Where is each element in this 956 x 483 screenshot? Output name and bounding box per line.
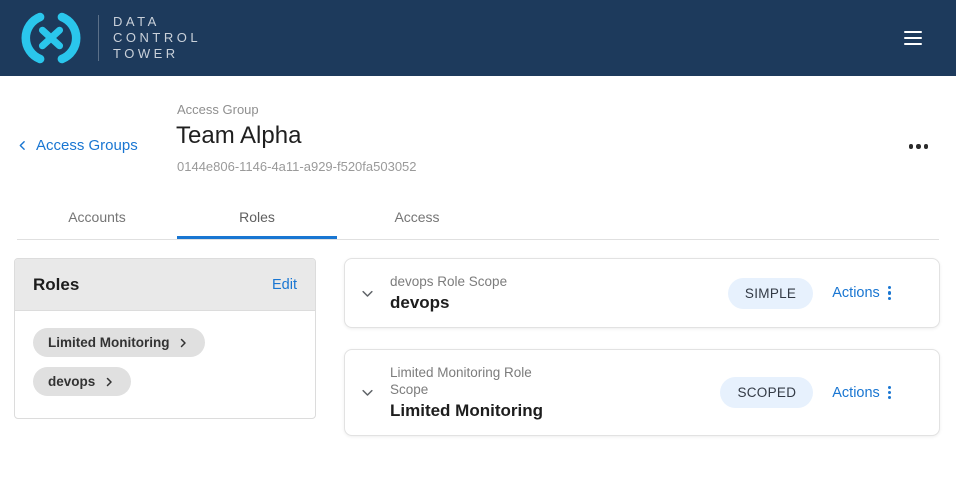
chevron-left-icon — [16, 139, 29, 152]
app-title: DATA CONTROL TOWER — [113, 14, 201, 62]
role-scope-label: Limited Monitoring Role Scope — [390, 364, 570, 398]
role-cards-list: devops Role Scope devops SIMPLE Actions … — [344, 258, 940, 436]
roles-panel-body: Limited Monitoring devops — [15, 311, 315, 418]
role-card-devops: devops Role Scope devops SIMPLE Actions — [344, 258, 940, 328]
more-actions-icon[interactable] — [907, 138, 931, 155]
actions-label: Actions — [832, 285, 880, 301]
hamburger-menu-icon[interactable] — [900, 27, 926, 50]
back-link-label: Access Groups — [36, 137, 138, 154]
expand-role-button[interactable] — [356, 381, 379, 404]
role-card-limited-monitoring: Limited Monitoring Role Scope Limited Mo… — [344, 349, 940, 436]
app-title-line: DATA — [113, 14, 201, 30]
entity-uuid: 0144e806-1146-4a11-a929-f520fa503052 — [177, 159, 956, 174]
entity-type-label: Access Group — [177, 76, 956, 117]
role-actions-button[interactable]: Actions — [832, 285, 891, 301]
chevron-down-icon — [360, 286, 375, 301]
back-to-access-groups-link[interactable]: Access Groups — [16, 137, 138, 154]
role-chip-limited-monitoring[interactable]: Limited Monitoring — [33, 328, 205, 357]
role-type-badge: SCOPED — [720, 377, 813, 408]
role-scope-label: devops Role Scope — [390, 273, 507, 290]
tab-accounts[interactable]: Accounts — [17, 196, 177, 239]
page-header: Access Group Team Alpha 0144e806-1146-4a… — [0, 76, 956, 192]
tab-access[interactable]: Access — [337, 196, 497, 239]
app-title-line: TOWER — [113, 46, 201, 62]
app-title-line: CONTROL — [113, 30, 201, 46]
chevron-right-icon — [103, 376, 115, 388]
actions-label: Actions — [832, 385, 880, 401]
role-name: Limited Monitoring — [390, 400, 570, 421]
role-card-titles: Limited Monitoring Role Scope Limited Mo… — [390, 364, 570, 421]
chip-label: devops — [48, 374, 95, 389]
logo-divider — [98, 15, 99, 61]
roles-panel-title: Roles — [33, 275, 79, 295]
main-content: Roles Edit Limited Monitoring devops — [0, 240, 956, 436]
role-actions-button[interactable]: Actions — [832, 385, 891, 401]
role-type-badge: SIMPLE — [728, 278, 813, 309]
expand-role-button[interactable] — [356, 282, 379, 305]
roles-panel-header: Roles Edit — [15, 259, 315, 311]
kebab-menu-icon — [888, 386, 891, 400]
kebab-menu-icon — [888, 286, 891, 300]
tab-roles[interactable]: Roles — [177, 196, 337, 239]
page-title: Team Alpha — [176, 122, 956, 150]
role-card-titles: devops Role Scope devops — [390, 273, 507, 313]
chevron-down-icon — [360, 385, 375, 400]
chevron-right-icon — [177, 337, 189, 349]
app-header: DATA CONTROL TOWER — [0, 0, 956, 76]
role-name: devops — [390, 292, 507, 313]
chip-label: Limited Monitoring — [48, 335, 169, 350]
edit-roles-button[interactable]: Edit — [272, 277, 297, 293]
dct-logo-icon — [12, 10, 90, 66]
roles-summary-panel: Roles Edit Limited Monitoring devops — [14, 258, 316, 419]
tab-bar: Accounts Roles Access — [17, 196, 939, 240]
role-chip-devops[interactable]: devops — [33, 367, 131, 396]
